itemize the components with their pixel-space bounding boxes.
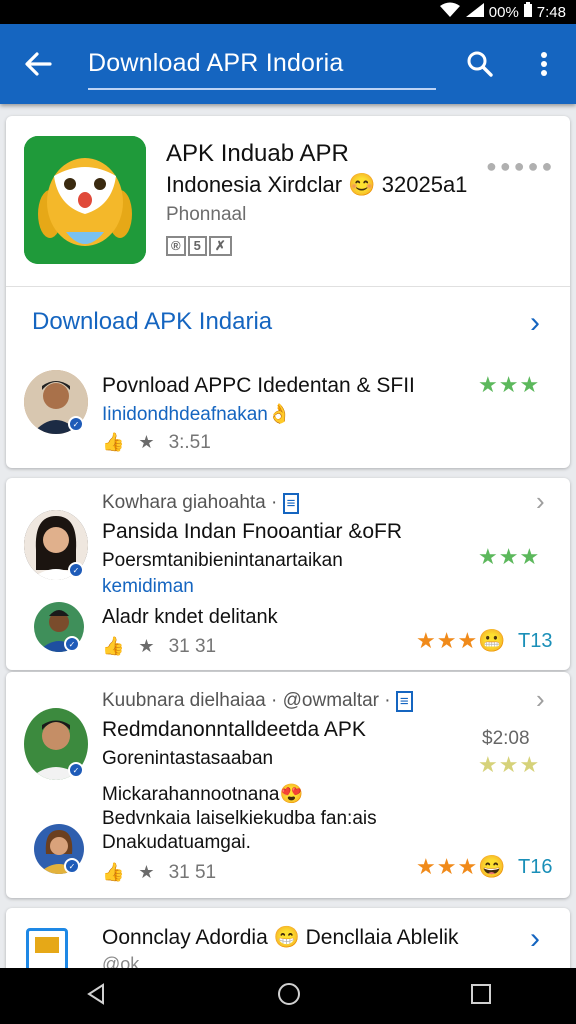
review-author-text: Kowhara giahoahta · [102, 492, 278, 513]
star-icon[interactable]: ★ [138, 636, 154, 656]
app-code: 32025a1 [381, 172, 468, 197]
clock: 7:48 [536, 3, 566, 21]
circle-home-icon [278, 982, 300, 1005]
review-price: $2:08 [482, 728, 530, 749]
app-icon[interactable] [24, 136, 146, 264]
app-badges: ® 5 ✗ [166, 236, 232, 256]
ok-hand-icon: 👌 [267, 404, 292, 425]
app-subtitle-text: Indonesia Xirdclar [166, 172, 343, 197]
review-time: 3:.51 [168, 432, 211, 453]
grin-emoji-icon: 😬 [478, 628, 506, 653]
chevron-right-icon[interactable]: › [530, 306, 540, 340]
review-title: Povnload APPC Idedentan & SFII [102, 374, 415, 397]
star-rating: ★★★ [478, 544, 541, 569]
verified-badge-icon: ✓ [68, 416, 84, 432]
app-title: APK Induab APR [166, 140, 349, 167]
age-badge: 5 [187, 236, 207, 256]
review-subtitle-text: Iinidondhdeafnakan [102, 404, 268, 425]
star-icon[interactable]: ★ [138, 862, 154, 882]
reply-text-line: Mickarahannootnana [102, 784, 280, 805]
review-author-text: Kuubnara dielhaiaa · @owmaltar · [102, 690, 391, 711]
reply-text: Mickarahannootnana😍 [102, 782, 303, 806]
back-button[interactable] [6, 32, 70, 96]
smile-emoji-icon: 😄 [478, 854, 506, 879]
verified-badge-icon: ✓ [64, 636, 80, 652]
back-nav-button[interactable] [84, 982, 108, 1011]
search-button[interactable] [456, 40, 504, 88]
star-rating: ★★★ [478, 752, 541, 777]
list-item-title: Oonnclay Adordia 😁 Dencllaia Ablelik [102, 926, 459, 950]
square-recents-icon [471, 983, 491, 1004]
review-link[interactable]: kemidiman [102, 576, 194, 598]
review-title: Redmdanonntalldeetda APK [102, 718, 366, 741]
review-score: T16 [518, 856, 553, 878]
review-time: 31 51 [168, 862, 217, 883]
search-icon [467, 51, 493, 77]
star-rating: ★★★ [478, 372, 541, 397]
system-nav-bar [0, 968, 576, 1024]
back-arrow-icon [25, 52, 52, 76]
star-icon[interactable]: ★ [138, 432, 154, 452]
triangle-back-icon [87, 982, 104, 1005]
status-bar: 00% 7:48 [0, 0, 576, 24]
doc-icon: ≡ [395, 691, 413, 712]
signal-icon [465, 2, 485, 22]
review-meta: 👍 ★ 31 51 [102, 862, 216, 884]
reply-text: Bedvnkaia laiselkiekudba fan:ais [102, 808, 377, 829]
no-ads-badge: ✗ [208, 236, 232, 256]
star-rating: ★★★ [416, 628, 479, 653]
doc-icon: ≡ [282, 493, 300, 514]
reply-text: Aladr kndet delitank [102, 606, 278, 628]
review-body: Gorenintastasaaban [102, 748, 274, 769]
heart-eyes-emoji-icon: 😍 [279, 784, 304, 805]
list-item-title-tail: Dencllaia Ablelik [305, 926, 459, 949]
grin-emoji-icon: 😁 [273, 926, 300, 949]
thumbs-up-icon[interactable]: 👍 [102, 636, 124, 656]
chevron-right-icon[interactable]: › [536, 684, 545, 715]
more-dots-icon[interactable]: ●●●●● [486, 156, 555, 177]
app-subtitle: Indonesia Xirdclar 😊 32025a1 [166, 172, 467, 198]
review-meta: 👍 ★ 3:.51 [102, 432, 211, 454]
chevron-right-icon[interactable]: › [530, 922, 540, 956]
list-item-title-text: Oonnclay Adordia [102, 926, 268, 949]
review-card: ✓ Kowhara giahoahta · ≡ › Pansida Indan … [6, 478, 570, 670]
overflow-menu-button[interactable] [520, 40, 568, 88]
battery-icon [523, 2, 533, 22]
review-body: Poersmtanibienintanartaikan [102, 550, 343, 571]
app-developer: Phonnaal [166, 204, 247, 225]
home-nav-button[interactable] [276, 981, 302, 1012]
search-input[interactable]: Download APR Indoria [88, 38, 436, 90]
mascot-icon [24, 136, 146, 264]
recents-nav-button[interactable] [470, 983, 492, 1010]
thumbs-up-icon[interactable]: 👍 [102, 432, 124, 452]
review-subtitle: Iinidondhdeafnakan👌 [102, 402, 292, 426]
verified-badge-icon: ✓ [68, 562, 84, 578]
app-card: APK Induab APR Indonesia Xirdclar 😊 3202… [6, 116, 570, 468]
wifi-icon [439, 2, 461, 22]
reply-text: Dnakudatuamgai. [102, 832, 251, 853]
divider [6, 286, 570, 287]
review-author: Kuubnara dielhaiaa · @owmaltar · ≡ [102, 690, 413, 712]
content-rating-badge: ® [166, 236, 186, 256]
verified-badge-icon: ✓ [64, 858, 80, 874]
more-vert-icon [541, 52, 547, 76]
chevron-right-icon[interactable]: › [536, 486, 545, 517]
review-time: 31 31 [168, 636, 217, 657]
verified-badge-icon: ✓ [68, 762, 84, 778]
star-rating: ★★★ [416, 854, 479, 879]
battery-percent: 00% [488, 3, 519, 21]
review-meta: 👍 ★ 31 31 [102, 636, 216, 658]
app-bar: Download APR Indoria [0, 24, 576, 104]
search-query: Download APR Indoria [88, 48, 344, 77]
download-link[interactable]: Download APK Indaria [32, 308, 272, 336]
review-card: ✓ Kuubnara dielhaiaa · @owmaltar · ≡ › R… [6, 672, 570, 898]
review-title: Pansida Indan Fnooantiar &oFR [102, 520, 403, 543]
review-author: Kowhara giahoahta · ≡ [102, 492, 300, 514]
smile-emoji-icon: 😊 [348, 172, 376, 197]
thumbs-up-icon[interactable]: 👍 [102, 862, 124, 882]
review-score: T13 [518, 630, 553, 652]
